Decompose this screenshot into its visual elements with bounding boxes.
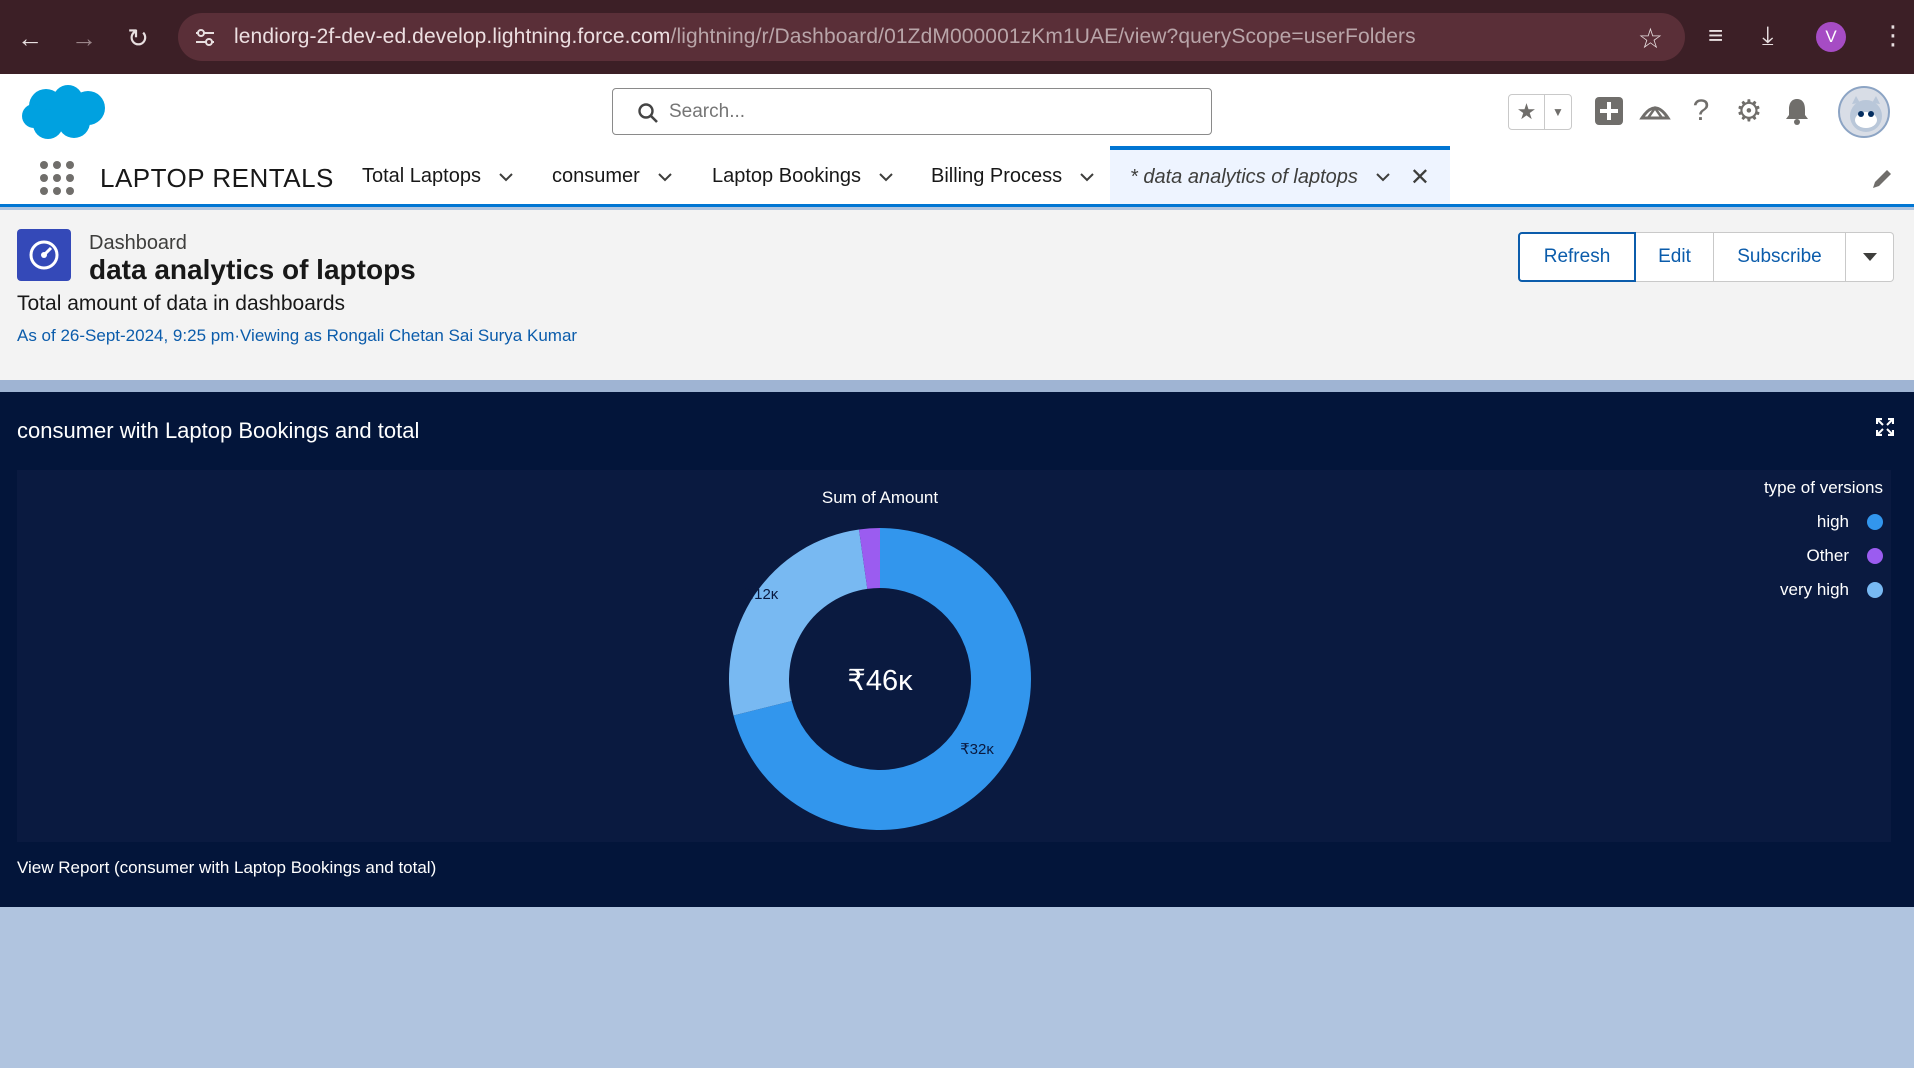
reload-icon[interactable]: ↻ bbox=[120, 20, 156, 56]
global-header: ★ ▼ ? ⚙ bbox=[0, 74, 1914, 149]
chevron-down-icon[interactable] bbox=[658, 170, 672, 184]
dashboard-widget: consumer with Laptop Bookings and total … bbox=[0, 392, 1914, 907]
help-icon[interactable]: ? bbox=[1682, 92, 1720, 130]
legend-title: type of versions bbox=[1763, 478, 1883, 497]
nav-item-data-analytics-of-laptops[interactable]: * data analytics of laptops ✕ bbox=[1110, 146, 1451, 204]
widget-title: consumer with Laptop Bookings and total bbox=[17, 418, 420, 443]
profile-avatar[interactable]: V bbox=[1816, 22, 1846, 52]
record-type-label: Dashboard bbox=[89, 232, 187, 254]
user-avatar[interactable] bbox=[1838, 86, 1890, 138]
app-name: LAPTOP RENTALS bbox=[100, 163, 334, 193]
chevron-down-icon[interactable] bbox=[1376, 170, 1390, 184]
view-report-link[interactable]: View Report (consumer with Laptop Bookin… bbox=[17, 858, 436, 878]
nav-item-laptop-bookings[interactable]: Laptop Bookings bbox=[712, 149, 893, 204]
chevron-down-icon[interactable] bbox=[1080, 170, 1094, 184]
chevron-down-icon bbox=[1862, 253, 1877, 261]
page-title: data analytics of laptops bbox=[89, 254, 416, 285]
nav-item-label: * data analytics of laptops bbox=[1130, 165, 1358, 188]
edit-nav-pencil-icon[interactable] bbox=[1870, 167, 1894, 191]
more-actions-button[interactable] bbox=[1846, 232, 1894, 282]
donut-center-total: ₹46ĸ bbox=[847, 665, 913, 697]
url-text: lendiorg-2f-dev-ed.develop.lightning.for… bbox=[234, 25, 1416, 49]
legend-label: high bbox=[1816, 512, 1849, 531]
favorites-dropdown-icon[interactable]: ▼ bbox=[1545, 95, 1571, 129]
salesforce-logo[interactable] bbox=[20, 82, 110, 144]
app-navigation-bar: LAPTOP RENTALS Total Laptops consumer La… bbox=[0, 146, 1914, 207]
close-tab-icon[interactable]: ✕ bbox=[1410, 163, 1430, 192]
dashboard-actions: Refresh Edit Subscribe bbox=[1518, 232, 1894, 282]
media-queue-icon[interactable]: ≡ bbox=[1708, 20, 1723, 51]
legend-item-very-high[interactable]: very high bbox=[1764, 580, 1883, 600]
slice-data-label: ₹32ĸ bbox=[960, 741, 994, 758]
legend-item-high[interactable]: high bbox=[1764, 512, 1883, 532]
nav-item-consumer[interactable]: consumer bbox=[552, 149, 672, 204]
legend-item-other[interactable]: Other bbox=[1764, 546, 1883, 566]
nav-item-label: consumer bbox=[552, 165, 640, 187]
edit-button[interactable]: Edit bbox=[1636, 232, 1714, 282]
refresh-button[interactable]: Refresh bbox=[1518, 232, 1636, 282]
notifications-bell-icon[interactable] bbox=[1778, 92, 1816, 130]
address-bar[interactable]: lendiorg-2f-dev-ed.develop.lightning.for… bbox=[178, 13, 1685, 61]
dashboard-as-of: As of 26-Sept-2024, 9:25 pm·Viewing as R… bbox=[17, 326, 578, 345]
browser-toolbar: ← → ↻ lendiorg-2f-dev-ed.develop.lightni… bbox=[0, 0, 1914, 74]
legend-swatch bbox=[1867, 548, 1883, 564]
legend-swatch bbox=[1867, 582, 1883, 598]
dashboard-description: Total amount of data in dashboards bbox=[17, 292, 346, 315]
dashboard-background-strip bbox=[0, 380, 1914, 392]
global-actions-plus-icon[interactable] bbox=[1590, 92, 1628, 130]
browser-menu-icon[interactable]: ⋮ bbox=[1880, 20, 1906, 51]
chart-legend: type of versions high Other very high bbox=[1764, 478, 1883, 614]
nav-item-label: Total Laptops bbox=[362, 165, 481, 187]
nav-item-label: Laptop Bookings bbox=[712, 165, 862, 187]
donut-chart[interactable]: ₹32ĸ ₹12ĸ ₹46ĸ bbox=[17, 470, 1891, 842]
setup-gear-icon[interactable]: ⚙ bbox=[1730, 92, 1768, 130]
dashboard-header: Dashboard data analytics of laptops Tota… bbox=[0, 210, 1914, 380]
url-path: /lightning/r/Dashboard/01ZdM000001zKm1UA… bbox=[670, 25, 1416, 48]
chevron-down-icon[interactable] bbox=[879, 170, 893, 184]
nav-item-total-laptops[interactable]: Total Laptops bbox=[362, 149, 513, 204]
legend-swatch bbox=[1867, 514, 1883, 530]
back-arrow-icon[interactable]: ← bbox=[12, 20, 48, 56]
search-icon bbox=[638, 103, 658, 123]
global-search[interactable] bbox=[612, 88, 1212, 135]
legend-label: very high bbox=[1780, 580, 1849, 599]
favorites-star-icon[interactable]: ★ bbox=[1509, 95, 1545, 129]
app-launcher-icon[interactable] bbox=[40, 161, 74, 195]
trailhead-icon[interactable] bbox=[1636, 92, 1674, 130]
chevron-down-icon[interactable] bbox=[499, 170, 513, 184]
legend-label: Other bbox=[1806, 546, 1849, 565]
favorites-group[interactable]: ★ ▼ bbox=[1508, 94, 1572, 130]
dashboard-gauge-icon bbox=[17, 229, 71, 281]
url-host: lendiorg-2f-dev-ed.develop.lightning.for… bbox=[234, 25, 671, 48]
subscribe-button[interactable]: Subscribe bbox=[1714, 232, 1846, 282]
chart-area: Sum of Amount ₹32ĸ ₹12ĸ ₹46ĸ type of versi… bbox=[17, 470, 1891, 842]
nav-item-label: Billing Process bbox=[931, 165, 1063, 187]
forward-arrow-icon[interactable]: → bbox=[66, 20, 102, 56]
bookmark-star-icon[interactable]: ☆ bbox=[1638, 22, 1663, 55]
slice-data-label: ₹12ĸ bbox=[745, 586, 779, 603]
expand-icon[interactable] bbox=[1876, 418, 1894, 436]
nav-item-billing-process[interactable]: Billing Process bbox=[931, 149, 1094, 204]
download-icon[interactable]: ⤓ bbox=[1762, 20, 1774, 52]
search-input[interactable] bbox=[669, 101, 1189, 123]
site-info-icon[interactable] bbox=[192, 24, 218, 50]
